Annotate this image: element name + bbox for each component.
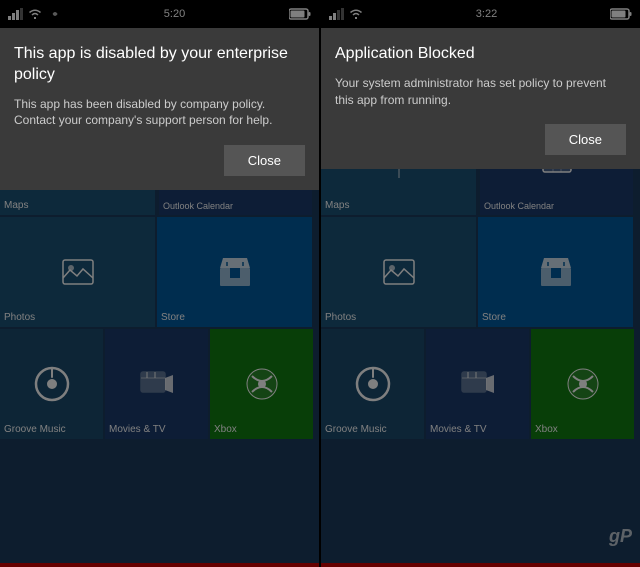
dialog-button-row-right: Close: [335, 124, 626, 155]
dialog-title-left: This app is disabled by your enterprise …: [14, 44, 305, 86]
dialog-overlay-left: This app is disabled by your enterprise …: [0, 0, 319, 567]
dialog-box-right: Application Blocked Your system administ…: [321, 28, 640, 169]
close-button-right[interactable]: Close: [545, 124, 626, 155]
dialog-box-left: This app is disabled by your enterprise …: [0, 28, 319, 190]
dialog-body-left: This app has been disabled by company po…: [14, 96, 305, 130]
left-phone-screen: 5:20 People: [0, 0, 319, 567]
close-button-left[interactable]: Close: [224, 145, 305, 176]
dialog-body-right: Your system administrator has set policy…: [335, 75, 626, 109]
right-phone-screen: 3:22 People: [321, 0, 640, 567]
dialog-button-row-left: Close: [14, 145, 305, 176]
dialog-overlay-right: Application Blocked Your system administ…: [321, 0, 640, 567]
dialog-title-right: Application Blocked: [335, 44, 626, 65]
